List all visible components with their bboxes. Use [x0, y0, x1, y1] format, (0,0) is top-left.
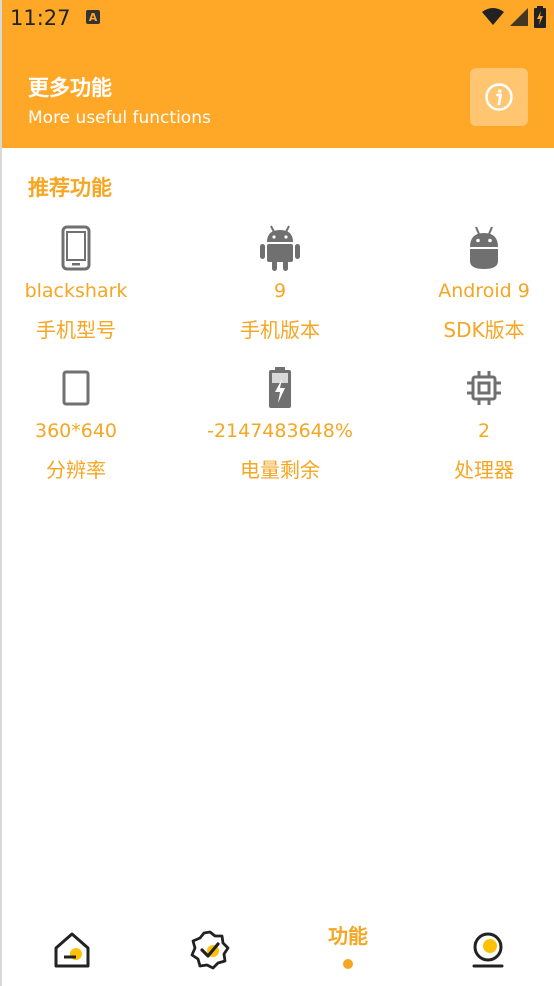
grid-item-sdk-version[interactable]: Android 9 SDK版本	[392, 222, 554, 343]
phone-version-label: 手机版本	[240, 318, 320, 342]
resolution-value: 360*640	[34, 420, 118, 442]
android-icon	[260, 225, 300, 271]
battery-icon	[534, 6, 546, 28]
nav-home[interactable]	[42, 920, 102, 980]
status-bar: 11:27 A	[2, 0, 554, 38]
app-header: 更多功能 More useful functions	[2, 38, 554, 148]
notification-icon: A	[86, 10, 100, 24]
resolution-label: 分辨率	[46, 458, 106, 482]
verified-badge-icon	[190, 930, 230, 970]
battery-value: -2147483648%	[207, 420, 353, 442]
sdk-version-value: Android 9	[438, 280, 530, 302]
processor-value: 2	[477, 420, 491, 442]
signal-icon	[510, 8, 528, 26]
phone-model-label: 手机型号	[36, 318, 116, 342]
android-head-icon	[470, 226, 498, 269]
sdk-version-label: SDK版本	[443, 318, 525, 342]
nav-features-label: 功能	[328, 923, 368, 948]
page-subtitle: More useful functions	[28, 108, 211, 128]
battery-charging-icon	[269, 367, 291, 408]
nav-verified[interactable]	[180, 920, 240, 980]
page-title: 更多功能	[28, 76, 112, 100]
wifi-icon	[482, 8, 504, 25]
app-screen: 11:27 A 更多功能 More useful functions 推荐功能 …	[0, 0, 554, 986]
grid-item-battery[interactable]: -2147483648% 电量剩余	[188, 362, 372, 483]
cpu-icon	[467, 371, 501, 405]
section-title: 推荐功能	[28, 176, 112, 200]
grid-item-phone-model[interactable]: blackshark 手机型号	[0, 222, 168, 343]
phone-icon	[61, 225, 91, 271]
bottom-nav: 功能	[2, 906, 554, 986]
battery-label: 电量剩余	[240, 458, 320, 482]
info-button[interactable]	[470, 68, 528, 126]
home-icon	[54, 932, 90, 968]
screen-icon	[62, 370, 90, 406]
nav-features[interactable]: 功能	[318, 914, 378, 974]
nav-profile[interactable]	[458, 920, 518, 980]
grid-item-processor[interactable]: 2 处理器	[392, 362, 554, 483]
info-icon	[485, 83, 513, 111]
phone-version-value: 9	[273, 280, 287, 302]
status-icons	[482, 6, 546, 28]
status-time: 11:27	[10, 6, 71, 30]
processor-label: 处理器	[454, 458, 514, 482]
grid-item-phone-version[interactable]: 9 手机版本	[188, 222, 372, 343]
phone-model-value: blackshark	[24, 280, 128, 302]
grid-item-resolution[interactable]: 360*640 分辨率	[0, 362, 168, 483]
nav-active-dot	[343, 958, 353, 969]
profile-icon	[472, 932, 504, 968]
